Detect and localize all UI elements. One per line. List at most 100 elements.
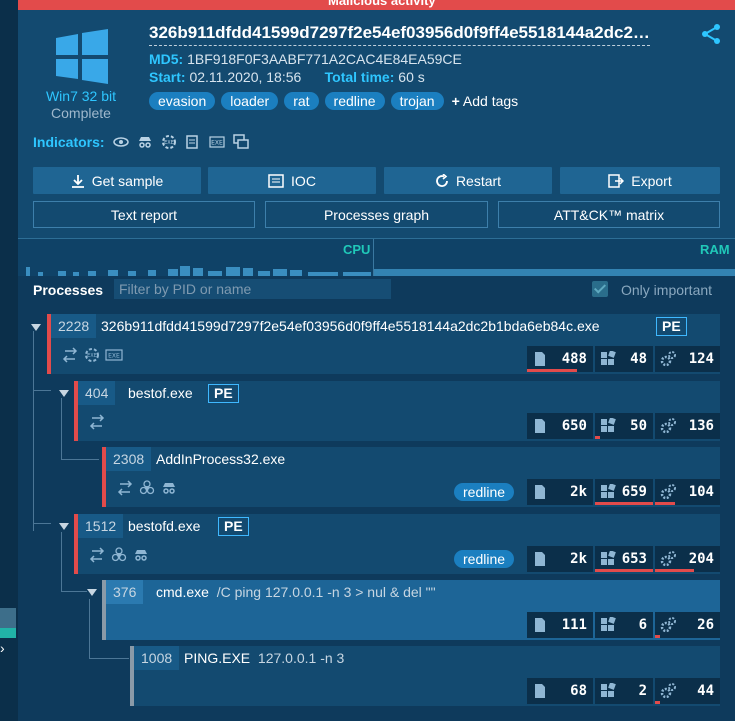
processes-graph-button[interactable]: Processes graph [265,201,488,228]
collapse-toggle[interactable] [31,324,41,331]
tree-connector-line [61,532,62,592]
modules-count: 44 [697,683,714,699]
modules-count: 204 [688,551,714,567]
registry-bar [595,502,653,505]
tag-trojan[interactable]: trojan [390,92,444,110]
exe-file-icon[interactable]: EXE [209,134,225,150]
process-node[interactable]: 404 bestof.exe PE 650 50 136 [74,381,720,441]
registry-icon [601,551,616,565]
files-stat[interactable]: 111 [527,612,593,638]
only-important-checkbox[interactable] [592,281,608,297]
tree-connector-line [33,523,51,524]
files-count: 650 [561,418,587,434]
tag-loader[interactable]: loader [221,92,279,110]
gears-icon [660,617,676,633]
process-pid: 2308 [106,447,152,471]
spy-icon[interactable] [137,134,153,150]
modules-bar [655,701,661,704]
sample-title[interactable]: 326b911dfdd41599d7297f2e54ef03956d0f9ff4… [149,23,650,46]
text-report-button[interactable]: Text report [33,201,255,228]
modules-stat[interactable]: 26 [655,612,720,638]
biohazard-icon [139,480,155,495]
files-stat[interactable]: 2k [527,479,593,505]
tree-connector-line [61,459,99,460]
process-node[interactable]: 2228 326b911dfdd41599d7297f2e54ef03956d0… [47,314,720,374]
total-time-value: 60 s [398,69,425,85]
registry-stat[interactable]: 48 [595,346,653,372]
process-node-selected[interactable]: 376 cmd.exe /C ping 127.0.0.1 -n 3 > nul… [102,580,720,640]
exe-gear-icon: EXE [85,348,99,362]
files-stat[interactable]: 2k [527,546,593,572]
process-args: 127.0.0.1 -n 3 [257,650,345,666]
eye-icon[interactable] [113,134,129,150]
process-node[interactable]: 1512 bestofd.exe PE redline 2k 653 204 [74,514,720,574]
sample-header: Win7 32 bit Complete 326b911dfdd41599d72… [18,10,735,238]
windows-stack-icon[interactable] [233,134,249,150]
tag-rat[interactable]: rat [284,92,319,110]
process-indicator-icons [116,480,178,496]
process-pid: 2228 [51,314,97,338]
get-sample-button[interactable]: Get sample [33,167,201,194]
malicious-banner: Malicious activity [18,0,735,10]
export-button[interactable]: Export [560,167,720,194]
process-node[interactable]: 1008 PING.EXE 127.0.0.1 -n 3 68 2 44 [130,646,720,706]
registry-stat[interactable]: 6 [595,612,653,638]
document-write-icon[interactable] [185,134,201,150]
collapse-toggle[interactable] [59,523,69,530]
left-edge-strip: › [0,0,18,721]
files-count: 2k [570,551,587,567]
exe-gear-icon[interactable]: EXE [161,134,177,150]
registry-stat[interactable]: 653 [595,546,653,572]
modules-count: 104 [688,484,714,500]
modules-bar [655,502,675,505]
files-stat[interactable]: 488 [527,346,593,372]
registry-icon [601,683,616,697]
process-command: PING.EXE 127.0.0.1 -n 3 [184,650,344,666]
modules-stat[interactable]: 44 [655,678,720,704]
registry-stat[interactable]: 659 [595,479,653,505]
registry-stat[interactable]: 50 [595,413,653,439]
process-pid: 1512 [78,514,124,538]
file-icon [535,684,545,698]
start-line: Start: 02.11.2020, 18:56 Total time: 60 … [149,69,425,85]
restart-label: Restart [455,172,502,189]
list-box-icon [268,173,284,188]
redline-tag[interactable]: redline [454,550,515,568]
biohazard-icon [111,547,127,562]
attck-matrix-label: ATT&CK™ matrix [553,206,665,223]
files-count: 111 [561,617,587,633]
modules-bar [655,569,694,572]
share-icon[interactable] [700,23,722,45]
add-tags-button[interactable]: + Add tags [452,92,519,110]
tree-connector-line [33,390,51,391]
gears-icon [660,418,676,434]
registry-count: 653 [621,551,647,567]
indicators-label: Indicators: [33,134,105,150]
banner-text: Malicious activity [328,0,436,8]
pe-badge: PE [218,517,249,536]
gears-icon [660,683,676,699]
download-icon [71,174,84,188]
export-label: Export [631,172,672,189]
files-stat[interactable]: 650 [527,413,593,439]
tag-evasion[interactable]: evasion [149,92,216,110]
process-filter-input[interactable] [114,279,391,299]
modules-stat[interactable]: 204 [655,546,720,572]
tag-redline[interactable]: redline [324,92,385,110]
ioc-button[interactable]: IOC [208,167,376,194]
modules-stat[interactable]: 124 [655,346,720,372]
attck-matrix-button[interactable]: ATT&CK™ matrix [498,201,720,228]
tree-connector-line [61,398,62,460]
redline-tag[interactable]: redline [454,483,515,501]
registry-stat[interactable]: 2 [595,678,653,704]
modules-count: 124 [688,351,714,367]
modules-stat[interactable]: 136 [655,413,720,439]
modules-count: 136 [688,418,714,434]
modules-stat[interactable]: 104 [655,479,720,505]
process-node[interactable]: 2308 AddInProcess32.exe redline 2k 659 1… [102,447,720,507]
collapse-toggle[interactable] [87,589,97,596]
collapse-toggle[interactable] [59,390,69,397]
files-stat[interactable]: 68 [527,678,593,704]
os-name: Win7 32 bit [45,88,117,104]
restart-button[interactable]: Restart [384,167,552,194]
